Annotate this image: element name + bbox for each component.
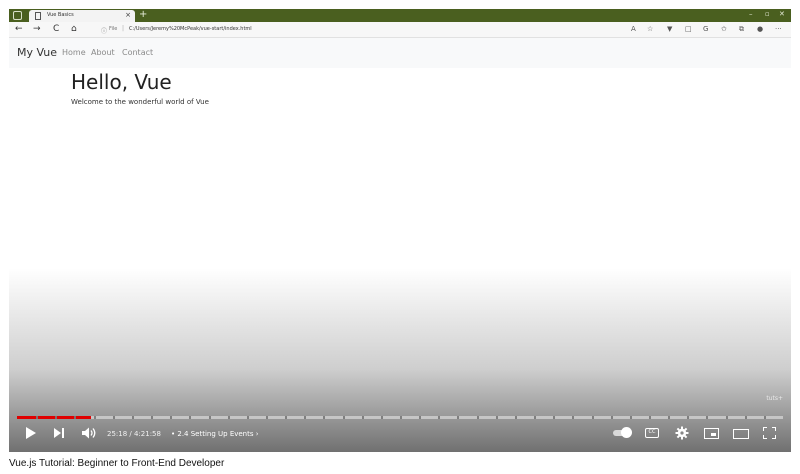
more-menu-icon[interactable]: ··· [775,25,782,33]
nav-link-about[interactable]: About [91,48,115,57]
url-separator: | [122,25,125,32]
volume-icon[interactable] [81,426,97,440]
back-icon[interactable]: ← [15,24,23,34]
address-bar: ← → C ⌂ ⓘ File | C:/Users/Jeremy%20McPea… [9,22,791,38]
info-icon[interactable]: ⓘ [101,26,107,35]
browser-title-bar: Vue Basics × + – ▫ ✕ [9,9,791,22]
favorite-icon[interactable]: ☆ [647,25,653,33]
forward-icon[interactable]: → [33,24,41,34]
video-caption: Vue.js Tutorial: Beginner to Front-End D… [9,458,225,469]
nav-link-contact[interactable]: Contact [122,48,153,57]
chapter-gap [361,416,364,419]
favorites-bar-icon[interactable]: ✩ [721,25,727,33]
read-aloud-icon[interactable]: A [631,25,636,33]
nav-link-home[interactable]: Home [62,48,86,57]
chapter-gap [706,416,709,419]
chapter-gap [131,416,134,419]
settings-gear-icon[interactable] [675,426,689,440]
refresh-icon[interactable]: C [53,24,59,34]
chapter-gap [380,416,383,419]
tuts-watermark: tuts+ [766,395,783,402]
chapter-gap [227,416,230,419]
chapter-gap [112,416,115,419]
chapter-gap [572,416,575,419]
video-player[interactable]: Vue Basics × + – ▫ ✕ ← → C ⌂ ⓘ File | C:… [9,0,791,452]
refresh-extension-icon[interactable]: G [703,25,708,33]
minimize-icon[interactable]: – [749,10,753,18]
split-screen-icon[interactable]: □ [685,25,692,33]
progress-played [17,416,92,419]
chapter-gap [93,416,96,419]
miniplayer-icon[interactable] [704,428,719,439]
chapter-gap [534,416,537,419]
time-display: 25:18 / 4:21:58 [107,430,161,438]
chapter-gap [591,416,594,419]
theater-mode-icon[interactable] [733,429,749,439]
chapter-gap [648,416,651,419]
url-scheme-label: File [109,26,118,32]
chapter-gap [725,416,728,419]
browser-tab[interactable]: Vue Basics × [29,10,135,22]
chapter-gap [304,416,307,419]
chapter-gap [342,416,345,419]
next-icon[interactable] [53,426,65,440]
chapter-gap [629,416,632,419]
collections-icon[interactable]: ⧉ [739,25,744,34]
tab-title: Vue Basics [47,12,74,18]
chapter-label: 2.4 Setting Up Events [177,430,254,438]
page-heading: Hello, Vue [71,70,172,94]
progress-bar[interactable] [17,416,783,419]
chapter-gap [55,416,58,419]
chapter-gap [170,416,173,419]
window-icon [13,11,22,20]
subtitles-button[interactable]: CC [645,428,659,438]
chapter-gap [419,416,422,419]
controls-gradient [9,268,791,452]
chapter-gap [400,416,402,419]
chapter-gap [476,416,479,419]
close-window-icon[interactable]: ✕ [779,10,785,18]
chapter-gap [763,416,766,419]
fullscreen-icon[interactable] [763,427,776,439]
play-icon[interactable] [25,426,37,440]
tab-close-icon[interactable]: × [125,11,131,19]
maximize-icon[interactable]: ▫ [765,10,770,18]
chapter-gap [438,416,441,419]
home-icon[interactable]: ⌂ [71,24,77,34]
chapter-gap [208,416,211,419]
chapter-title[interactable]: • 2.4 Setting Up Events › [171,430,259,438]
document-icon [35,12,41,20]
chapter-dot: • [171,430,176,438]
chapter-gap [457,416,460,419]
autoplay-knob [621,427,632,438]
chapter-gap [744,416,747,419]
page-subtitle: Welcome to the wonderful world of Vue [71,98,209,106]
chapter-gap [668,416,671,419]
url-field[interactable]: C:/Users/Jeremy%20McPeak/vue-start/index… [129,26,252,32]
chapter-arrow-icon: › [255,430,259,438]
navbar: My Vue Home About Contact [9,38,791,68]
chapter-gap [323,416,326,419]
chapter-gap [514,416,517,419]
chapter-gap [246,416,249,419]
new-tab-icon[interactable]: + [139,9,147,21]
chapter-gap [189,416,192,419]
chapter-gap [151,416,154,419]
chapter-gap [687,416,690,419]
profile-icon[interactable]: ● [757,25,763,33]
navbar-brand[interactable]: My Vue [17,46,57,59]
chapter-gap [285,416,288,419]
chapter-gap [495,416,498,419]
chapter-gap [553,416,556,419]
chapter-gap [36,416,39,419]
chapter-gap [74,416,77,419]
extension-icon[interactable]: ▼ [667,25,672,33]
chapter-gap [610,416,613,419]
chapter-gap [265,416,268,419]
